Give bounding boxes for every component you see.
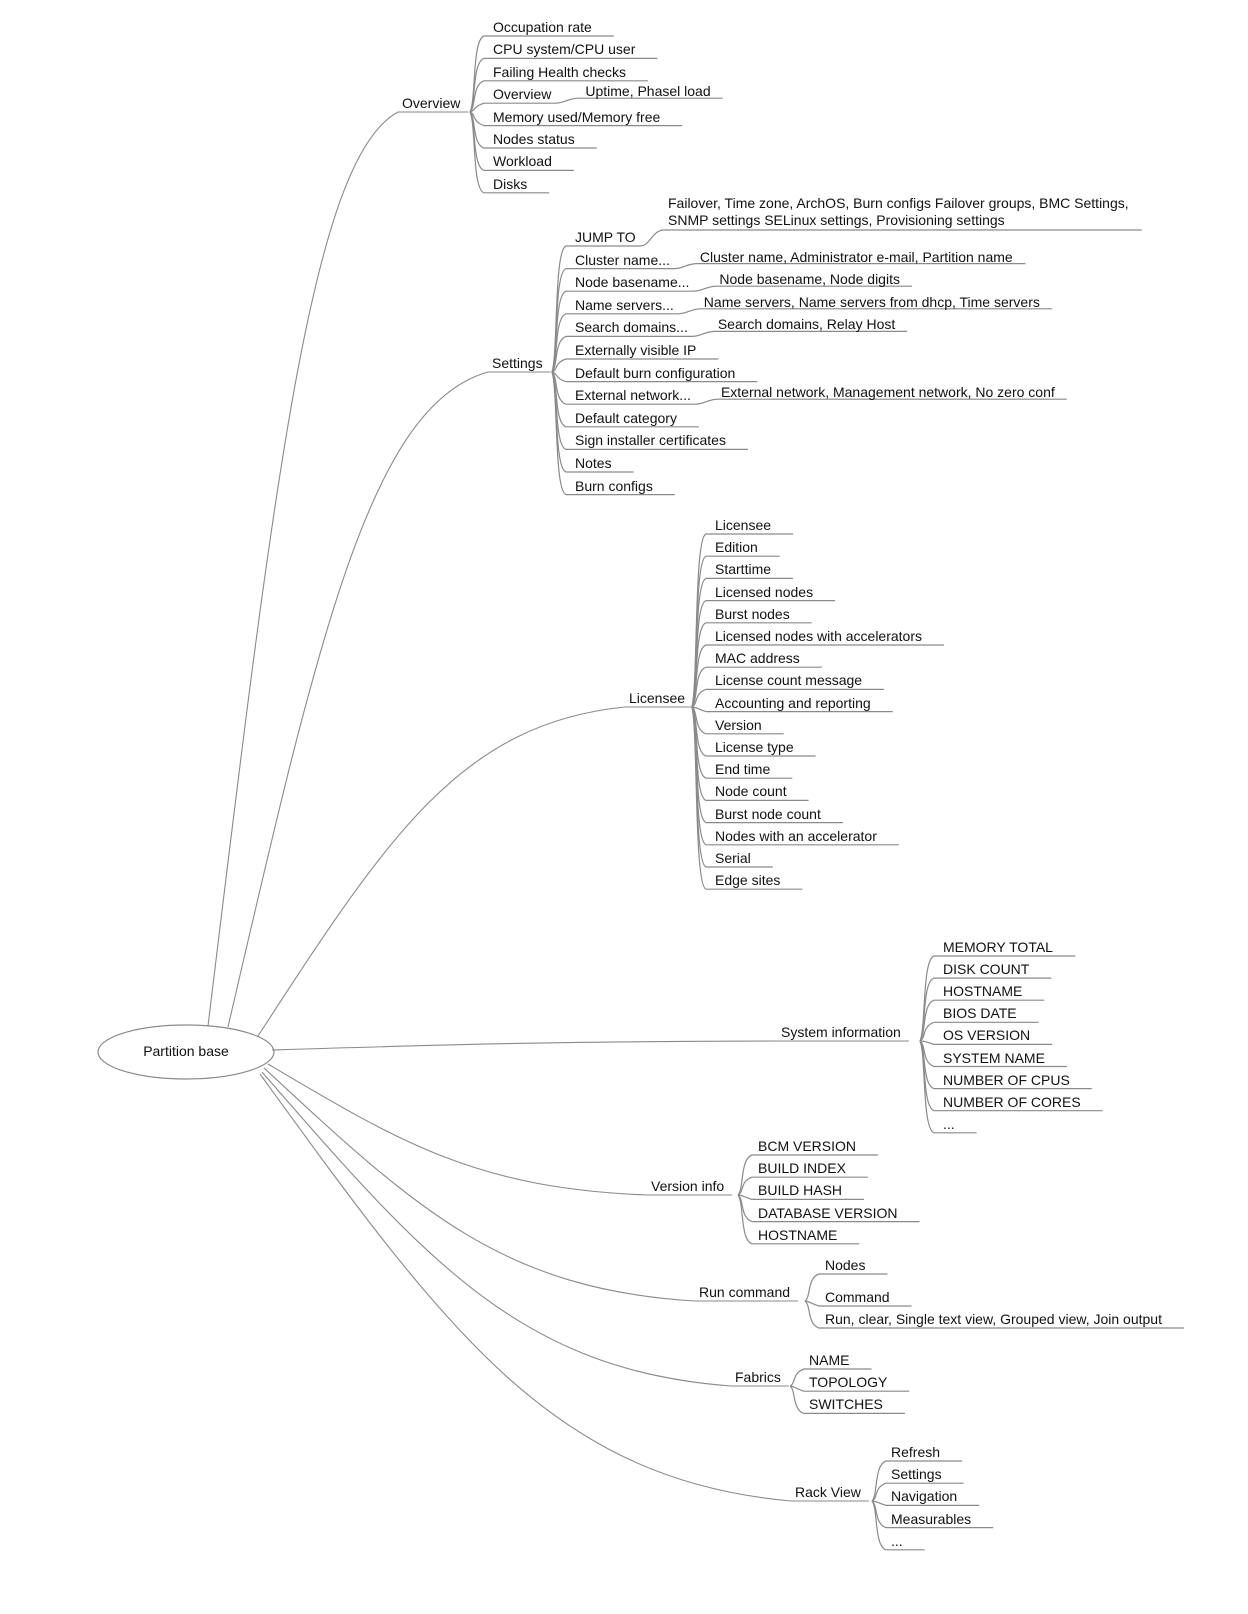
child-label[interactable]: JUMP TO — [575, 229, 636, 245]
child-label[interactable]: Cluster name... — [575, 252, 670, 268]
child-connector — [804, 1273, 823, 1302]
detail-label[interactable]: External network, Management network, No… — [721, 384, 1055, 400]
child-label[interactable]: End time — [715, 761, 770, 777]
child-label[interactable]: HOSTNAME — [758, 1227, 837, 1243]
branch-connector — [267, 1063, 733, 1196]
detail-label[interactable]: Cluster name, Administrator e-mail, Part… — [700, 249, 1013, 265]
child-label[interactable]: Burn configs — [575, 478, 653, 494]
child-label[interactable]: Settings — [891, 1466, 942, 1482]
child-label[interactable]: Node count — [715, 783, 787, 799]
detail-connector — [573, 229, 1142, 247]
child-connector — [789, 1368, 807, 1387]
child-label[interactable]: Memory used/Memory free — [493, 109, 660, 125]
child-label[interactable]: NAME — [809, 1352, 849, 1368]
child-label[interactable]: Node basename... — [575, 274, 689, 290]
child-label[interactable]: Nodes status — [493, 131, 575, 147]
child-label[interactable]: Licensed nodes with accelerators — [715, 628, 922, 644]
child-label[interactable]: External network... — [575, 387, 691, 403]
child-label[interactable]: OS VERSION — [943, 1027, 1030, 1043]
child-label[interactable]: Default category — [575, 410, 677, 426]
branch-label-system-information[interactable]: System information — [781, 1024, 901, 1040]
child-connector — [691, 706, 713, 713]
child-label[interactable]: MEMORY TOTAL — [943, 939, 1053, 955]
child-label[interactable]: Licensee — [715, 517, 771, 533]
branch-connector — [271, 1040, 909, 1051]
child-label[interactable]: Burst node count — [715, 806, 821, 822]
child-label[interactable]: Failing Health checks — [493, 64, 626, 80]
child-label[interactable]: License type — [715, 739, 794, 755]
branch-label-version-info[interactable]: Version info — [651, 1178, 724, 1194]
detail-label[interactable]: Failover, Time zone, ArchOS, Burn config… — [668, 195, 1129, 211]
child-label[interactable]: Licensed nodes — [715, 584, 813, 600]
child-label[interactable]: Overview — [493, 86, 551, 102]
child-label[interactable]: ... — [891, 1533, 903, 1549]
child-label[interactable]: BIOS DATE — [943, 1005, 1017, 1021]
branch-label-run-command[interactable]: Run command — [699, 1284, 790, 1300]
child-label[interactable]: MAC address — [715, 650, 800, 666]
detail-label[interactable]: Node basename, Node digits — [719, 271, 900, 287]
child-label[interactable]: Refresh — [891, 1444, 940, 1460]
child-label[interactable]: Sign installer certificates — [575, 432, 726, 448]
child-label[interactable]: Externally visible IP — [575, 342, 696, 358]
branch-connector — [261, 1071, 789, 1387]
branch-label-licensee[interactable]: Licensee — [629, 690, 685, 706]
child-label[interactable]: BUILD HASH — [758, 1182, 842, 1198]
child-label[interactable]: NUMBER OF CORES — [943, 1094, 1081, 1110]
branch-label-rack-view[interactable]: Rack View — [795, 1484, 861, 1500]
child-connector — [871, 1500, 889, 1551]
branch-label-settings[interactable]: Settings — [492, 355, 543, 371]
child-label[interactable]: Edge sites — [715, 872, 780, 888]
child-label[interactable]: License count message — [715, 672, 862, 688]
child-label[interactable]: TOPOLOGY — [809, 1374, 887, 1390]
child-connector — [737, 1154, 756, 1196]
child-connector — [871, 1460, 889, 1502]
child-connector — [919, 1040, 941, 1045]
child-label[interactable]: SWITCHES — [809, 1396, 883, 1412]
child-label[interactable]: Name servers... — [575, 297, 674, 313]
child-label[interactable]: BUILD INDEX — [758, 1160, 846, 1176]
detail-label[interactable]: SNMP settings SELinux settings, Provisio… — [668, 212, 1005, 228]
child-label[interactable]: SYSTEM NAME — [943, 1050, 1045, 1066]
child-label[interactable]: CPU system/CPU user — [493, 41, 635, 57]
child-label[interactable]: Run, clear, Single text view, Grouped vi… — [825, 1311, 1162, 1327]
child-label[interactable]: DISK COUNT — [943, 961, 1029, 977]
child-label[interactable]: Measurables — [891, 1511, 971, 1527]
branch-connector — [227, 371, 551, 1028]
child-label[interactable]: Nodes with an accelerator — [715, 828, 877, 844]
child-label[interactable]: ... — [943, 1116, 955, 1132]
branch-label-fabrics[interactable]: Fabrics — [735, 1369, 781, 1385]
child-label[interactable]: Occupation rate — [493, 19, 592, 35]
child-label[interactable]: Navigation — [891, 1488, 957, 1504]
root-node-label[interactable]: Partition base — [143, 1043, 229, 1059]
branch-connector — [207, 111, 469, 1027]
child-label[interactable]: Burst nodes — [715, 606, 790, 622]
child-label[interactable]: Nodes — [825, 1257, 865, 1273]
branch-connector — [257, 706, 694, 1037]
child-connector — [804, 1300, 823, 1329]
branch-label-overview[interactable]: Overview — [402, 95, 460, 111]
child-label[interactable]: Accounting and reporting — [715, 695, 871, 711]
detail-label[interactable]: Uptime, Phasel load — [585, 83, 710, 99]
child-label[interactable]: NUMBER OF CPUS — [943, 1072, 1070, 1088]
detail-label[interactable]: Search domains, Relay Host — [718, 316, 895, 332]
child-label[interactable]: DATABASE VERSION — [758, 1205, 898, 1221]
detail-label[interactable]: Name servers, Name servers from dhcp, Ti… — [704, 294, 1040, 310]
child-label[interactable]: Command — [825, 1289, 890, 1305]
child-label[interactable]: Version — [715, 717, 762, 733]
child-connector — [789, 1385, 807, 1414]
child-label[interactable]: Workload — [493, 153, 552, 169]
child-label[interactable]: Search domains... — [575, 319, 688, 335]
child-label[interactable]: Starttime — [715, 561, 771, 577]
child-label[interactable]: Disks — [493, 176, 527, 192]
child-connector — [737, 1194, 756, 1245]
child-label[interactable]: Default burn configuration — [575, 365, 735, 381]
child-label[interactable]: Edition — [715, 539, 758, 555]
child-label[interactable]: BCM VERSION — [758, 1138, 856, 1154]
child-label[interactable]: HOSTNAME — [943, 983, 1022, 999]
child-label[interactable]: Serial — [715, 850, 751, 866]
child-label[interactable]: Notes — [575, 455, 612, 471]
